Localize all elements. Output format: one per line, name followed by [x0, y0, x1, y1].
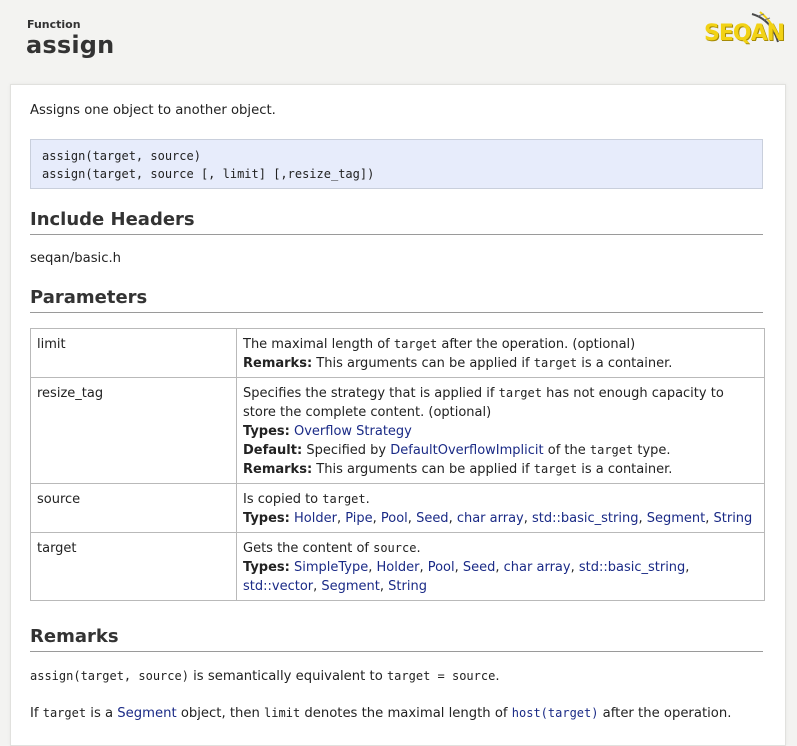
- table-row: limit The maximal length of target after…: [30, 328, 765, 378]
- default-text: Specified by: [306, 443, 391, 458]
- remarks-paragraph: assign(target, source) is semantically e…: [30, 669, 500, 684]
- code-span: target: [42, 706, 87, 720]
- code-span: target: [393, 337, 438, 351]
- type-link[interactable]: char array: [504, 560, 571, 575]
- table-row: source Is copied to target. Types: Holde…: [30, 483, 765, 533]
- code-span: limit: [264, 706, 301, 720]
- code-span: assign(target, source): [30, 669, 189, 683]
- desc-text: Is copied to: [243, 492, 323, 507]
- remarks-text: object, then: [176, 706, 265, 721]
- signature-line: assign(target, source): [42, 149, 201, 163]
- remarks-text: is a container.: [577, 462, 673, 477]
- code-span: target: [498, 386, 542, 400]
- remarks-text: after the operation.: [598, 706, 732, 721]
- type-link[interactable]: Holder: [294, 511, 337, 526]
- desc-text: after the operation. (optional): [437, 337, 636, 352]
- include-headers-heading: Include Headers: [30, 209, 763, 235]
- seqan-logo[interactable]: SEQAN: [700, 8, 785, 56]
- type-link[interactable]: Seed: [463, 560, 496, 575]
- desc-text: Specifies the strategy that is applied i…: [243, 386, 499, 401]
- type-link[interactable]: Pool: [428, 560, 455, 575]
- remarks-label: Remarks:: [243, 462, 313, 477]
- table-row: target Gets the content of source. Types…: [30, 532, 765, 601]
- remarks-text: If: [30, 706, 43, 721]
- type-link[interactable]: Overflow Strategy: [294, 424, 412, 439]
- desc-text: The maximal length of: [243, 337, 394, 352]
- type-link[interactable]: Pool: [381, 511, 408, 526]
- remarks-label: Remarks:: [243, 356, 313, 371]
- param-description: The maximal length of target after the o…: [236, 328, 765, 378]
- code-span: target: [322, 492, 366, 506]
- type-link[interactable]: String: [388, 579, 427, 594]
- parameters-heading: Parameters: [30, 287, 763, 313]
- remarks-text: .: [495, 669, 500, 684]
- segment-link[interactable]: Segment: [117, 706, 176, 721]
- types-label: Types:: [243, 560, 290, 575]
- type-link[interactable]: SimpleType: [294, 560, 368, 575]
- remarks-text: denotes the maximal length of: [300, 706, 512, 721]
- param-name: source: [30, 483, 237, 533]
- remarks-text: is semantically equivalent to: [188, 669, 387, 684]
- type-link[interactable]: Seed: [416, 511, 449, 526]
- signature-line: assign(target, source [, limit] [,resize…: [42, 167, 375, 181]
- remarks-heading: Remarks: [30, 626, 763, 652]
- param-description: Is copied to target. Types: Holder, Pipe…: [236, 483, 765, 533]
- entity-kind: Function: [27, 18, 81, 31]
- type-link[interactable]: std::basic_string: [532, 511, 638, 526]
- host-link[interactable]: host(target): [512, 706, 599, 720]
- remarks-text: This arguments can be applied if: [316, 356, 534, 371]
- remarks-paragraph: If target is a Segment object, then limi…: [30, 706, 731, 721]
- types-label: Types:: [243, 424, 290, 439]
- type-link[interactable]: Segment: [321, 579, 380, 594]
- desc-text: Gets the content of: [243, 541, 374, 556]
- function-summary: Assigns one object to another object.: [30, 103, 276, 118]
- table-row: resize_tag Specifies the strategy that i…: [30, 377, 765, 484]
- param-name: limit: [30, 328, 237, 378]
- param-description: Specifies the strategy that is applied i…: [236, 377, 765, 484]
- code-span: target = source: [386, 669, 496, 683]
- code-span: target: [533, 462, 578, 476]
- type-link[interactable]: Pipe: [345, 511, 372, 526]
- types-label: Types:: [243, 511, 290, 526]
- logo-text: SEQAN: [704, 21, 785, 46]
- default-text: type.: [633, 443, 671, 458]
- parameters-table: limit The maximal length of target after…: [30, 328, 765, 601]
- remarks-text: is a container.: [577, 356, 673, 371]
- param-name: resize_tag: [30, 377, 237, 484]
- page-title: assign: [26, 31, 115, 59]
- default-link[interactable]: DefaultOverflowImplicit: [390, 443, 543, 458]
- type-link[interactable]: Holder: [377, 560, 420, 575]
- param-name: target: [30, 532, 237, 601]
- signature-box: assign(target, source) assign(target, so…: [30, 139, 763, 189]
- page-header: Function assign SEQAN: [0, 0, 797, 82]
- remarks-text: This arguments can be applied if: [316, 462, 534, 477]
- code-span: target: [589, 443, 634, 457]
- type-link[interactable]: char array: [457, 511, 524, 526]
- include-header-value: seqan/basic.h: [30, 251, 122, 266]
- default-text: of the: [543, 443, 590, 458]
- type-link[interactable]: String: [714, 511, 753, 526]
- content-panel: Assigns one object to another object. as…: [10, 84, 786, 746]
- remarks-text: is a: [86, 706, 118, 721]
- code-span: source: [373, 541, 417, 555]
- default-label: Default:: [243, 443, 303, 458]
- code-span: target: [533, 356, 578, 370]
- type-link[interactable]: std::basic_string: [579, 560, 685, 575]
- type-link[interactable]: std::vector: [243, 579, 313, 594]
- desc-text: .: [416, 541, 421, 556]
- desc-text: .: [365, 492, 370, 507]
- type-link[interactable]: Segment: [647, 511, 706, 526]
- param-description: Gets the content of source. Types: Simpl…: [236, 532, 765, 601]
